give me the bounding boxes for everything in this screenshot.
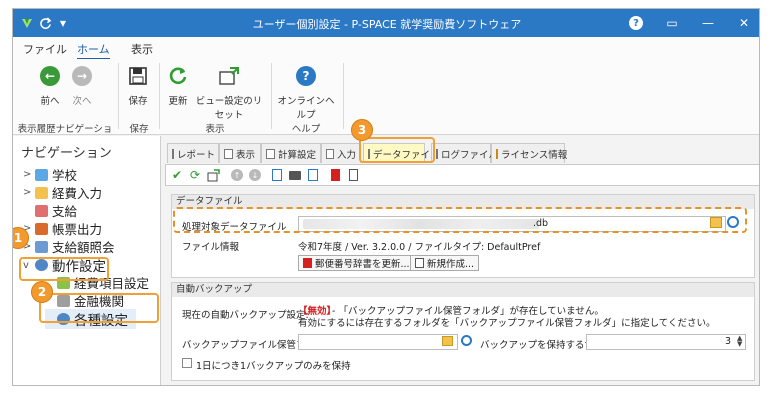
move-down-icon[interactable]: ↓ [248,168,262,182]
report-icon [172,148,174,159]
tab-home[interactable]: ホーム [77,41,110,60]
auto-backup-section-title: 自動バックアップ [172,283,754,297]
help-circle-icon: ? [296,66,316,86]
ribbon-separator [343,63,344,129]
reset-view-icon [218,65,240,87]
file-info-label: ファイル情報 [182,242,240,253]
callout-highlight-2 [39,293,159,323]
stepper-arrows-icon[interactable]: ▲ ▼ [737,335,742,348]
tab-view[interactable]: 表示 [131,41,153,57]
close-icon[interactable]: ✕ [733,13,755,33]
preview-icon[interactable] [270,168,284,182]
group-label-view: 表示 [205,124,225,135]
refresh-button[interactable]: 更新 [163,65,193,107]
generations-stepper[interactable]: 3 [586,334,746,350]
postal-icon [303,258,312,268]
nav-item-school[interactable]: > 学校 [23,165,77,184]
ribbon: ← 前へ → 次へ 表示履歴ナビゲーション 保存 保存 更新 ビュー設 [13,59,759,149]
content-area: レポート 表示 計算設定 入力 データファイル ログファイル ライセンス情報 ✔… [165,139,759,385]
nav-item-amount-inquiry[interactable]: > 支給額照会 [23,237,115,256]
tab-report[interactable]: レポート [167,143,219,163]
title-bar: ▼ ユーザー個別設定 - P-SPACE 就学奨励費ソフトウェア ? ▭ — ✕ [13,9,759,37]
current-backup-label: 現在の自動バックアップ設定: [182,310,309,321]
nav-item-payment[interactable]: 支給 [23,201,77,220]
glasses-icon [224,148,233,159]
daily-backup-checkbox[interactable] [182,358,192,368]
window-title: ユーザー個別設定 - P-SPACE 就学奨励費ソフトウェア [252,18,522,31]
group-label-help: ヘルプ [291,124,321,135]
document-tabs: レポート 表示 計算設定 入力 データファイル ログファイル ライセンス情報 [165,143,759,163]
nav-item-report-output[interactable]: > 帳票出力 [23,219,102,238]
refresh-icon [167,65,189,87]
payment-icon [35,204,48,217]
tab-license-info[interactable]: ライセンス情報 [491,143,567,163]
next-button[interactable]: → 次へ [67,65,97,107]
folder-icon [35,186,48,199]
backup-folder-field[interactable] [298,334,458,350]
arrow-right-icon: → [72,66,92,86]
export-icon[interactable] [306,168,320,182]
auto-backup-panel: 自動バックアップ 現在の自動バックアップ設定: 【無効】 - 「バックアップファ… [171,282,755,381]
search-icon[interactable] [461,335,472,346]
ribbon-tab-bar: ファイル ホーム 表示 [13,37,759,60]
school-icon [35,168,48,181]
new-file-button[interactable]: 新規作成... [410,255,480,271]
ribbon-separator [159,63,160,129]
save-button[interactable]: 保存 [123,65,153,107]
callout-highlight-1 [19,257,109,281]
app-window: ▼ ユーザー個別設定 - P-SPACE 就学奨励費ソフトウェア ? ▭ — ✕… [12,8,760,386]
tab-log-file[interactable]: ログファイル [431,143,498,163]
document-icon[interactable] [346,168,360,182]
navigation-title: ナビゲーション [21,146,112,161]
callout-highlight-3 [359,137,435,163]
content-toolbar: ✔ ⟳ ↑ ↓ [165,164,759,186]
folder-open-icon[interactable] [442,336,453,346]
backup-message-line2: 有効にするには存在するフォルダを「バックアップファイル保管フォルダ」に指定してく… [298,318,716,329]
ribbon-separator [118,63,119,129]
callout-dashed-path-field [173,207,747,233]
tab-calc-settings[interactable]: 計算設定 [261,143,321,163]
tab-display[interactable]: 表示 [219,143,261,163]
reset-view-button[interactable]: ビュー設定のリセット [193,65,265,121]
refresh-icon[interactable]: ⟳ [188,168,202,182]
bookmark-icon[interactable] [328,168,342,182]
save-icon [127,65,149,87]
pencil-icon [326,148,334,159]
move-up-icon[interactable]: ↑ [230,168,244,182]
back-button[interactable]: ← 前へ [35,65,65,107]
daily-backup-label: 1日につき1バックアップのみを保持 [196,361,351,372]
minimize-icon[interactable]: — [697,13,719,33]
inquiry-icon [35,240,48,253]
check-icon[interactable]: ✔ [170,168,184,182]
update-postal-dictionary-button[interactable]: 郵便番号辞書を更新... [298,255,415,271]
report-icon [35,222,48,235]
calculator-icon [266,148,275,159]
callout-badge-3: 3 [351,119,373,141]
callout-badge-2: 2 [31,281,53,303]
reset-view-icon[interactable] [206,168,220,182]
new-document-icon [415,258,424,268]
nav-item-expense-input[interactable]: > 経費入力 [23,183,102,202]
tab-file[interactable]: ファイル [23,41,67,57]
help-icon[interactable]: ? [625,13,647,33]
tab-input[interactable]: 入力 [321,143,361,163]
maximize-icon[interactable]: ▭ [661,13,683,33]
license-icon [496,148,498,159]
file-info-value: 令和7年度 / Ver. 3.2.0.0 / ファイルタイプ: DefaultP… [298,242,541,253]
print-icon[interactable] [288,168,302,182]
online-help-button[interactable]: ? オンラインヘルプ [275,65,337,121]
ribbon-separator [271,63,272,129]
log-icon [436,148,438,159]
arrow-left-icon: ← [40,66,60,86]
group-label-save: 保存 [129,124,149,135]
